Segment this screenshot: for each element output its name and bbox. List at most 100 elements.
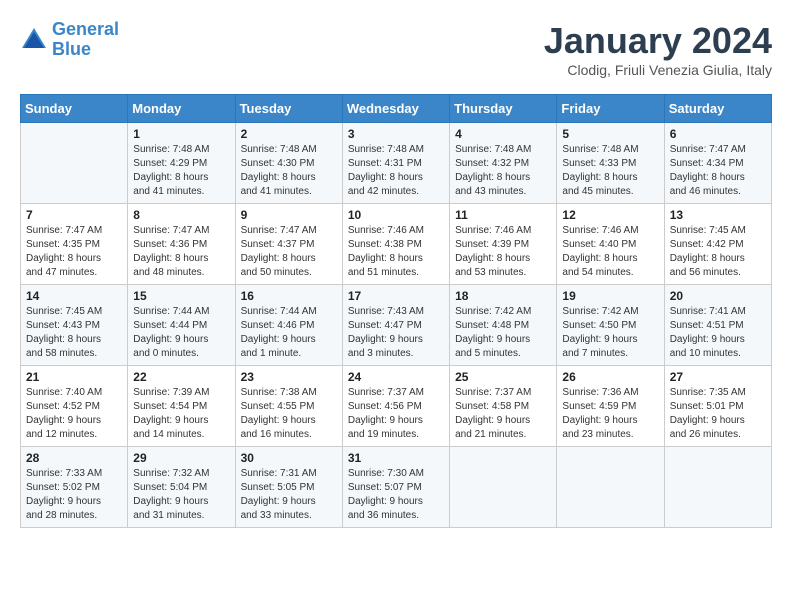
day-number: 6 <box>670 127 766 141</box>
weekday-header: Tuesday <box>235 95 342 123</box>
day-info: Sunrise: 7:48 AM Sunset: 4:31 PM Dayligh… <box>348 143 444 199</box>
calendar-cell: 4 Sunrise: 7:48 AM Sunset: 4:32 PM Daylig… <box>450 123 557 204</box>
calendar-cell: 8 Sunrise: 7:47 AM Sunset: 4:36 PM Daylig… <box>128 204 235 285</box>
logo-icon <box>20 26 48 54</box>
day-number: 10 <box>348 208 444 222</box>
day-info: Sunrise: 7:47 AM Sunset: 4:36 PM Dayligh… <box>133 224 229 280</box>
day-info: Sunrise: 7:33 AM Sunset: 5:02 PM Dayligh… <box>26 467 122 523</box>
calendar-cell: 18Sunrise: 7:42 AM Sunset: 4:48 PM Dayli… <box>450 285 557 366</box>
calendar-cell: 16 Sunrise: 7:44 AM Sunset: 4:46 PM Dayli… <box>235 285 342 366</box>
location-subtitle: Clodig, Friuli Venezia Giulia, Italy <box>544 62 772 78</box>
weekday-header: Monday <box>128 95 235 123</box>
day-info: Sunrise: 7:48 AM Sunset: 4:29 PM Dayligh… <box>133 143 229 199</box>
calendar-cell: 9 Sunrise: 7:47 AM Sunset: 4:37 PM Daylig… <box>235 204 342 285</box>
calendar-cell: 6 Sunrise: 7:47 AM Sunset: 4:34 PM Daylig… <box>664 123 771 204</box>
calendar-table: SundayMondayTuesdayWednesdayThursdayFrid… <box>20 94 772 528</box>
calendar-cell: 31 Sunrise: 7:30 AM Sunset: 5:07 PM Dayli… <box>342 447 449 528</box>
day-info: Sunrise: 7:32 AM Sunset: 5:04 PM Dayligh… <box>133 467 229 523</box>
calendar-week-row: 7 Sunrise: 7:47 AM Sunset: 4:35 PM Daylig… <box>21 204 772 285</box>
day-info: Sunrise: 7:39 AM Sunset: 4:54 PM Dayligh… <box>133 386 229 442</box>
calendar-cell: 2 Sunrise: 7:48 AM Sunset: 4:30 PM Daylig… <box>235 123 342 204</box>
calendar-cell: 10 Sunrise: 7:46 AM Sunset: 4:38 PM Dayli… <box>342 204 449 285</box>
calendar-cell: 21 Sunrise: 7:40 AM Sunset: 4:52 PM Dayli… <box>21 366 128 447</box>
day-info: Sunrise: 7:47 AM Sunset: 4:37 PM Dayligh… <box>241 224 337 280</box>
calendar-cell <box>664 447 771 528</box>
day-number: 13 <box>670 208 766 222</box>
calendar-week-row: 1 Sunrise: 7:48 AM Sunset: 4:29 PM Daylig… <box>21 123 772 204</box>
calendar-week-row: 28 Sunrise: 7:33 AM Sunset: 5:02 PM Dayli… <box>21 447 772 528</box>
day-number: 2 <box>241 127 337 141</box>
day-info: Sunrise: 7:42 AM Sunset: 4:48 PM Dayligh… <box>455 305 551 361</box>
day-info: Sunrise: 7:36 AM Sunset: 4:59 PM Dayligh… <box>562 386 658 442</box>
day-info: Sunrise: 7:43 AM Sunset: 4:47 PM Dayligh… <box>348 305 444 361</box>
calendar-cell: 27 Sunrise: 7:35 AM Sunset: 5:01 PM Dayli… <box>664 366 771 447</box>
calendar-cell: 5Sunrise: 7:48 AM Sunset: 4:33 PM Daylig… <box>557 123 664 204</box>
calendar-cell <box>557 447 664 528</box>
day-info: Sunrise: 7:31 AM Sunset: 5:05 PM Dayligh… <box>241 467 337 523</box>
day-number: 12 <box>562 208 658 222</box>
calendar-week-row: 21 Sunrise: 7:40 AM Sunset: 4:52 PM Dayli… <box>21 366 772 447</box>
day-number: 8 <box>133 208 229 222</box>
calendar-cell: 30 Sunrise: 7:31 AM Sunset: 5:05 PM Dayli… <box>235 447 342 528</box>
calendar-cell: 23 Sunrise: 7:38 AM Sunset: 4:55 PM Dayli… <box>235 366 342 447</box>
day-number: 21 <box>26 370 122 384</box>
calendar-cell: 29 Sunrise: 7:32 AM Sunset: 5:04 PM Dayli… <box>128 447 235 528</box>
day-number: 28 <box>26 451 122 465</box>
calendar-week-row: 14Sunrise: 7:45 AM Sunset: 4:43 PM Dayli… <box>21 285 772 366</box>
calendar-cell: 25 Sunrise: 7:37 AM Sunset: 4:58 PM Dayli… <box>450 366 557 447</box>
day-number: 22 <box>133 370 229 384</box>
day-number: 26 <box>562 370 658 384</box>
day-number: 29 <box>133 451 229 465</box>
day-info: Sunrise: 7:46 AM Sunset: 4:39 PM Dayligh… <box>455 224 551 280</box>
day-number: 19 <box>562 289 658 303</box>
weekday-header: Saturday <box>664 95 771 123</box>
weekday-header: Wednesday <box>342 95 449 123</box>
logo-text: General Blue <box>52 20 119 60</box>
calendar-cell: 14Sunrise: 7:45 AM Sunset: 4:43 PM Dayli… <box>21 285 128 366</box>
day-info: Sunrise: 7:46 AM Sunset: 4:38 PM Dayligh… <box>348 224 444 280</box>
day-number: 3 <box>348 127 444 141</box>
day-info: Sunrise: 7:44 AM Sunset: 4:44 PM Dayligh… <box>133 305 229 361</box>
day-info: Sunrise: 7:37 AM Sunset: 4:58 PM Dayligh… <box>455 386 551 442</box>
day-number: 9 <box>241 208 337 222</box>
day-info: Sunrise: 7:37 AM Sunset: 4:56 PM Dayligh… <box>348 386 444 442</box>
day-number: 31 <box>348 451 444 465</box>
day-number: 23 <box>241 370 337 384</box>
day-info: Sunrise: 7:41 AM Sunset: 4:51 PM Dayligh… <box>670 305 766 361</box>
calendar-cell: 19Sunrise: 7:42 AM Sunset: 4:50 PM Dayli… <box>557 285 664 366</box>
day-info: Sunrise: 7:40 AM Sunset: 4:52 PM Dayligh… <box>26 386 122 442</box>
day-number: 25 <box>455 370 551 384</box>
calendar-cell: 17 Sunrise: 7:43 AM Sunset: 4:47 PM Dayli… <box>342 285 449 366</box>
title-area: January 2024 Clodig, Friuli Venezia Giul… <box>544 20 772 78</box>
weekday-header-row: SundayMondayTuesdayWednesdayThursdayFrid… <box>21 95 772 123</box>
day-info: Sunrise: 7:47 AM Sunset: 4:34 PM Dayligh… <box>670 143 766 199</box>
day-number: 5 <box>562 127 658 141</box>
calendar-cell: 3 Sunrise: 7:48 AM Sunset: 4:31 PM Daylig… <box>342 123 449 204</box>
calendar-cell <box>21 123 128 204</box>
weekday-header: Thursday <box>450 95 557 123</box>
day-info: Sunrise: 7:35 AM Sunset: 5:01 PM Dayligh… <box>670 386 766 442</box>
day-number: 17 <box>348 289 444 303</box>
page-header: General Blue January 2024 Clodig, Friuli… <box>20 20 772 78</box>
day-number: 15 <box>133 289 229 303</box>
calendar-cell: 7 Sunrise: 7:47 AM Sunset: 4:35 PM Daylig… <box>21 204 128 285</box>
calendar-cell: 20Sunrise: 7:41 AM Sunset: 4:51 PM Dayli… <box>664 285 771 366</box>
calendar-cell: 12Sunrise: 7:46 AM Sunset: 4:40 PM Dayli… <box>557 204 664 285</box>
day-number: 7 <box>26 208 122 222</box>
day-number: 27 <box>670 370 766 384</box>
day-number: 4 <box>455 127 551 141</box>
day-info: Sunrise: 7:45 AM Sunset: 4:43 PM Dayligh… <box>26 305 122 361</box>
calendar-cell: 1 Sunrise: 7:48 AM Sunset: 4:29 PM Daylig… <box>128 123 235 204</box>
day-info: Sunrise: 7:38 AM Sunset: 4:55 PM Dayligh… <box>241 386 337 442</box>
day-info: Sunrise: 7:30 AM Sunset: 5:07 PM Dayligh… <box>348 467 444 523</box>
calendar-cell <box>450 447 557 528</box>
day-number: 16 <box>241 289 337 303</box>
day-number: 1 <box>133 127 229 141</box>
day-info: Sunrise: 7:44 AM Sunset: 4:46 PM Dayligh… <box>241 305 337 361</box>
day-info: Sunrise: 7:48 AM Sunset: 4:30 PM Dayligh… <box>241 143 337 199</box>
day-info: Sunrise: 7:48 AM Sunset: 4:32 PM Dayligh… <box>455 143 551 199</box>
calendar-cell: 28 Sunrise: 7:33 AM Sunset: 5:02 PM Dayli… <box>21 447 128 528</box>
day-info: Sunrise: 7:47 AM Sunset: 4:35 PM Dayligh… <box>26 224 122 280</box>
day-number: 30 <box>241 451 337 465</box>
day-info: Sunrise: 7:45 AM Sunset: 4:42 PM Dayligh… <box>670 224 766 280</box>
